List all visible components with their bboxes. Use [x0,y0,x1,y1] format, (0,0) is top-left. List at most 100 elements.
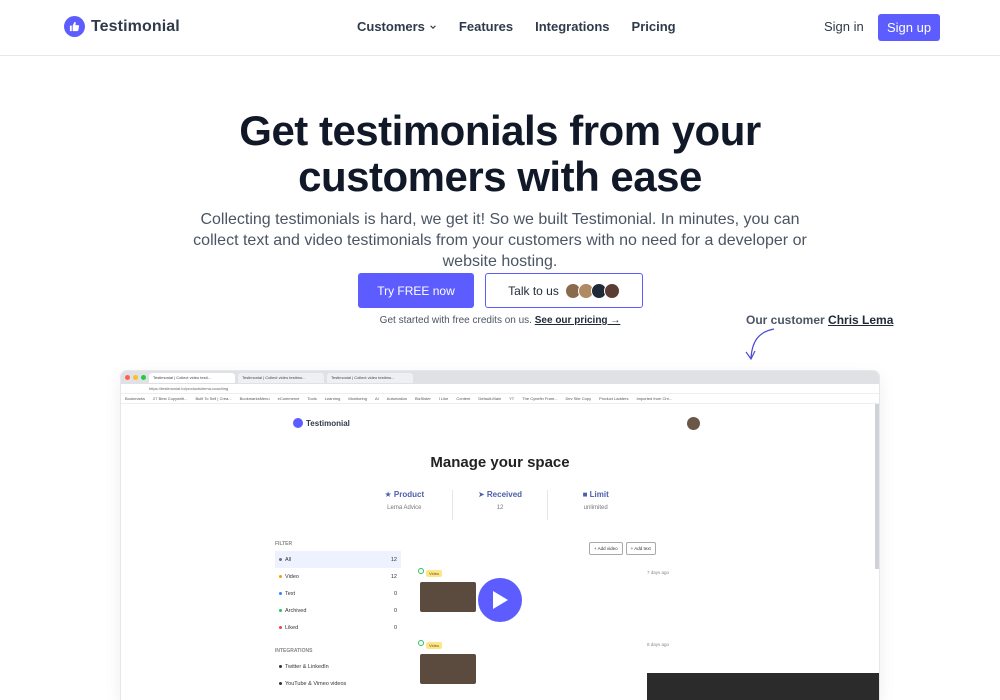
bookmark: Tools [307,396,317,401]
browser-tab: Testimonial | Collect video testi... [149,372,235,383]
brand-name: Testimonial [91,17,180,35]
signin-link[interactable]: Sign in [824,19,864,34]
filter-count: 0 [393,590,397,597]
dot-icon [279,557,282,561]
stat-limit-value: unlimited [583,505,608,511]
hero-title-line1: Get testimonials from your [239,107,761,154]
filter-panel: FILTER All 12 Video 12 Text 0 Archived 0… [275,541,401,692]
bookmark: AI [375,396,379,401]
hero-title: Get testimonials from your customers wit… [0,108,1000,200]
bookmark: eCommerce [277,396,300,401]
nav-customers[interactable]: Customers [357,19,437,34]
time-ago: 7 days ago [647,570,670,575]
dot-icon [279,664,282,668]
filter-label-text: Liked [285,624,299,631]
browser-tab: Testimonial | Collect video testimo... [238,372,324,383]
bookmark: Default-Main [478,396,502,401]
minimize-dot-icon [133,375,138,380]
integration-label: YouTube & Vimeo videos [279,681,346,687]
address-bar: https://testimonial.to/products/lema-coa… [121,384,879,394]
stat-limit: ■ Limit unlimited [548,490,643,520]
hero-title-line2: customers with ease [298,153,702,200]
maximize-dot-icon [141,375,146,380]
filter-label: Liked [279,625,298,631]
customer-video-image [647,673,879,700]
integration-label: Twitter & LinkedIn [279,664,329,670]
bookmark: BizSister [415,396,431,401]
dot-icon [279,625,282,629]
bookmark: BookmarksMenu [239,396,270,401]
app-logo: Testimonial [293,418,350,428]
customer-note: Our customer Chris Lema [746,313,893,327]
filter-item-all: All 12 [275,551,401,568]
stat-received-label: ➤ Received [453,490,548,499]
talk-to-us-label: Talk to us [508,283,559,298]
filter-count: 12 [390,556,397,563]
bookmark: Learning [324,396,341,401]
integration-item: Twitter & LinkedIn [275,658,401,675]
space-stats: ★ Product Lema Advice ➤ Received 12 ■ Li… [357,490,643,520]
integration-item: YouTube & Vimeo videos [275,675,401,692]
video-thumbnail [420,582,476,612]
team-avatars [564,282,620,299]
bookmark: YT [509,396,515,401]
filter-count: 12 [390,573,397,580]
add-buttons: + Add video + Add text [589,542,656,555]
avatar [603,282,620,299]
stat-product: ★ Product Lema Advice [357,490,453,520]
nav-integrations[interactable]: Integrations [535,19,609,34]
filter-heading: FILTER [275,541,293,547]
nav-features[interactable]: Features [459,19,513,34]
play-icon [493,591,508,609]
stat-product-value: Lema Advice [387,505,422,511]
chevron-down-icon [430,24,436,29]
bookmark: Dev Site Copy [565,396,592,401]
filter-item-video: Video 12 [275,568,401,585]
product-screenshot: Testimonial | Collect video testi... Tes… [121,371,879,700]
star-icon: ★ [384,490,394,499]
hero-subtitle: Collecting testimonials is hard, we get … [193,211,807,270]
customer-name-link[interactable]: Chris Lema [828,313,893,327]
stat-product-label: ★ Product [357,490,452,499]
bookmark: Bookmarks [125,396,146,401]
pricing-link[interactable]: See our pricing → [535,315,621,326]
filter-label-text: All [285,556,292,563]
play-button[interactable] [478,578,522,622]
bookmarks-bar: Bookmarks 27 Best Copywriti... Built To … [121,394,879,404]
stat-limit-label-text: Limit [589,490,609,499]
browser-tab-bar: Testimonial | Collect video testi... Tes… [121,371,879,384]
stat-received: ➤ Received 12 [453,490,549,520]
integrations-section: INTEGRATIONS Twitter & LinkedIn YouTube … [275,648,401,692]
signup-button[interactable]: Sign up [878,14,940,41]
bookmark: Automation [386,396,408,401]
send-icon: ➤ [477,490,487,499]
dot-icon [279,574,282,578]
check-circle-icon [418,568,424,574]
dot-icon [279,591,282,595]
curved-arrow-icon [745,328,775,361]
brand-logo[interactable]: Testimonial [64,16,180,37]
filter-label: Text [279,591,295,597]
filter-count: 0 [393,624,397,631]
bookmark: Built To Sell | Crea... [195,396,232,401]
talk-to-us-button[interactable]: Talk to us [485,273,643,308]
filter-count: 0 [393,607,397,614]
filter-label-text: Video [285,573,299,580]
filter-item-archived: Archived 0 [275,602,401,619]
nav-customers-label: Customers [357,19,425,34]
nav-pricing[interactable]: Pricing [632,19,676,34]
integration-label-text: Twitter & LinkedIn [285,663,329,670]
thumbs-up-icon [293,418,303,428]
add-text-button: + Add text [625,542,656,555]
try-free-button[interactable]: Try FREE now [358,273,474,308]
thumbs-up-icon [64,16,85,37]
integrations-heading: INTEGRATIONS [275,648,313,654]
filter-item-liked: Liked 0 [275,619,401,636]
bookmark: Content [456,396,471,401]
video-icon: ■ [582,490,590,499]
bookmark: Product Ladders [599,396,629,401]
nav-links: Customers Features Integrations Pricing [357,19,676,34]
bookmark: Imported from Chr... [636,396,673,401]
integration-label-text: YouTube & Vimeo videos [285,680,347,687]
video-badge: Video [426,570,443,577]
